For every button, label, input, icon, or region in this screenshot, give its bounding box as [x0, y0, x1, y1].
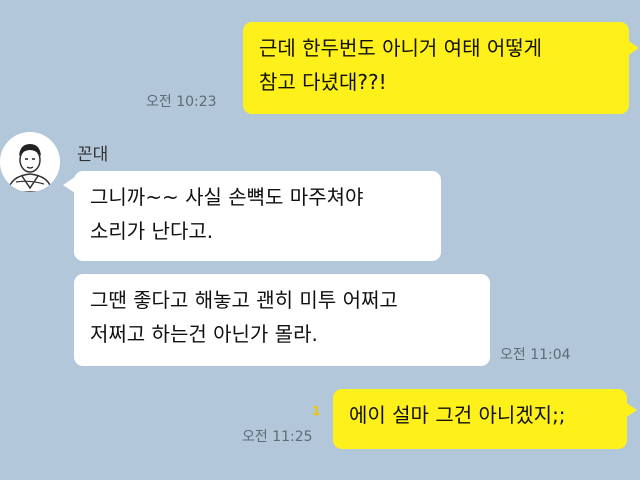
message-text-line: 저쩌고 하는건 아닌가 몰라. [90, 322, 318, 346]
incoming-message-bubble[interactable]: 그땐 좋다고 해놓고 괜히 미투 어쩌고 저쩌고 하는건 아닌가 몰라. [74, 274, 490, 366]
message-text-line: 에이 설마 그건 아니겠지;; [349, 403, 566, 427]
bubble-tail [625, 402, 637, 418]
message-timestamp: 오전 10:23 [146, 94, 217, 110]
unread-count-badge: 1 [312, 404, 321, 418]
message-timestamp: 오전 11:25 [242, 429, 313, 445]
message-timestamp: 오전 11:04 [500, 347, 571, 363]
message-text-line: 소리가 난다고. [90, 219, 214, 243]
incoming-message-bubble[interactable]: 그니까~~ 사실 손뼉도 마주쳐야 소리가 난다고. [74, 171, 441, 261]
message-text-line: 근데 한두번도 아니거 여태 어떻게 [259, 36, 543, 60]
man-in-hanbok-avatar-icon [0, 132, 60, 192]
bubble-tail [63, 177, 75, 193]
outgoing-message-bubble[interactable]: 에이 설마 그건 아니겠지;; [333, 389, 627, 449]
outgoing-message-bubble[interactable]: 근데 한두번도 아니거 여태 어떻게 참고 다녔대??! [243, 22, 629, 114]
sender-avatar[interactable] [0, 132, 60, 192]
sender-name: 꼰대 [77, 145, 109, 165]
message-text-line: 그땐 좋다고 해놓고 괜히 미투 어쩌고 [90, 288, 398, 312]
message-text-line: 그니까~~ 사실 손뼉도 마주쳐야 [90, 185, 364, 209]
bubble-tail [627, 40, 639, 56]
message-text-line: 참고 다녔대??! [259, 70, 387, 94]
